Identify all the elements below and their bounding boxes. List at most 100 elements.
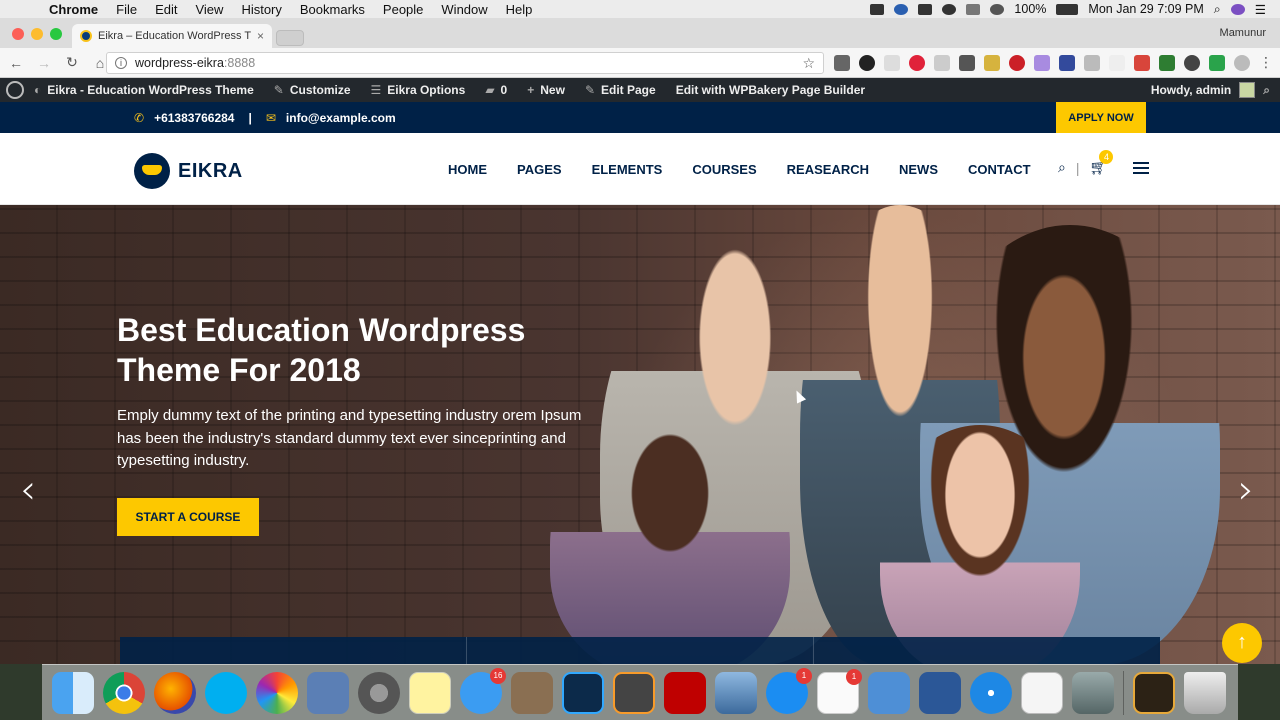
menu-bookmarks[interactable]: Bookmarks — [291, 2, 374, 17]
chrome-icon[interactable] — [103, 671, 145, 714]
close-window-button[interactable] — [12, 28, 24, 40]
admin-site-name[interactable]: ◐ Eikra - Education WordPress Theme — [24, 83, 264, 97]
safari-icon[interactable] — [970, 671, 1012, 714]
menu-window[interactable]: Window — [432, 2, 496, 17]
reminders-icon[interactable]: 1 — [817, 668, 862, 714]
menu-history[interactable]: History — [232, 2, 290, 17]
calculator-icon[interactable] — [511, 671, 553, 714]
messages-icon[interactable]: 16 — [460, 667, 506, 714]
preview-icon[interactable] — [307, 671, 349, 714]
zoom-window-button[interactable] — [50, 28, 62, 40]
topbar-email[interactable]: info@example.com — [286, 111, 396, 125]
menu-chrome[interactable]: Chrome — [40, 2, 107, 17]
system-preferences-icon[interactable] — [358, 671, 400, 714]
notification-center-icon[interactable]: ☰ — [1255, 2, 1266, 17]
scroll-to-top-button[interactable]: ↑ — [1222, 623, 1262, 663]
extension-icon[interactable] — [1059, 55, 1075, 71]
yoast-extension-icon[interactable] — [884, 55, 900, 71]
siri-icon[interactable] — [1230, 3, 1245, 15]
admin-howdy[interactable]: Howdy, admin — [1151, 83, 1231, 97]
heart-extension-icon[interactable] — [909, 55, 925, 71]
image-capture-icon[interactable] — [715, 671, 757, 714]
nav-elements[interactable]: ELEMENTS — [592, 162, 663, 177]
nav-news[interactable]: NEWS — [899, 162, 938, 177]
nav-home[interactable]: HOME — [448, 162, 487, 177]
archive-utility-icon[interactable] — [1072, 671, 1114, 714]
admin-eikra-options[interactable]: ☰ Eikra Options — [361, 83, 476, 97]
adobe-bridge-icon[interactable] — [1133, 671, 1175, 714]
search-icon[interactable]: ⌕ — [1263, 83, 1270, 98]
download-extension-icon[interactable] — [1209, 55, 1225, 71]
textedit-icon[interactable] — [1021, 671, 1063, 714]
filezilla-icon[interactable] — [664, 671, 706, 714]
menu-help[interactable]: Help — [497, 2, 542, 17]
dropbox-icon[interactable] — [918, 3, 933, 15]
new-tab-button[interactable] — [276, 30, 304, 46]
cart-icon[interactable]: 🛒︎ 4 — [1089, 150, 1114, 176]
menu-people[interactable]: People — [374, 2, 432, 17]
extension-icon[interactable] — [984, 55, 1000, 71]
extension-icon[interactable] — [834, 55, 850, 71]
photoshop-icon[interactable] — [562, 671, 604, 714]
trash-icon[interactable] — [1184, 671, 1226, 714]
firefox-icon[interactable] — [154, 671, 196, 714]
chrome-menu-icon[interactable]: ⋮ — [1259, 55, 1275, 71]
admin-customize[interactable]: ✎ Customize — [264, 83, 361, 97]
extension-icon[interactable] — [1034, 55, 1050, 71]
admin-new[interactable]: + New — [517, 83, 575, 97]
slider-next-arrow-icon[interactable]: › — [1238, 467, 1254, 513]
topbar-phone[interactable]: +61383766284 — [154, 111, 234, 125]
chrome-profile-name[interactable]: Mamunur — [1220, 27, 1266, 39]
wordpress-logo-icon[interactable] — [6, 81, 24, 99]
wifi-icon[interactable] — [990, 3, 1005, 15]
bluetooth-icon[interactable] — [966, 3, 981, 15]
menubar-clock[interactable]: Mon Jan 29 7:09 PM — [1088, 2, 1203, 16]
hamburger-menu-icon[interactable] — [1133, 161, 1150, 174]
screen-record-icon[interactable] — [870, 3, 885, 15]
menu-file[interactable]: File — [107, 2, 146, 17]
nav-reasearch[interactable]: REASEARCH — [787, 162, 869, 177]
extension-icon[interactable] — [1184, 55, 1200, 71]
browser-tab-active[interactable]: Eikra – Education WordPress T × — [72, 24, 272, 48]
minimize-window-button[interactable] — [31, 28, 43, 40]
apply-now-button[interactable]: APPLY NOW — [1056, 102, 1146, 133]
extension-icon[interactable] — [1159, 55, 1175, 71]
nav-pages[interactable]: PAGES — [517, 162, 562, 177]
start-course-button[interactable]: START A COURSE — [117, 498, 259, 536]
pinterest-extension-icon[interactable] — [1009, 55, 1025, 71]
forward-arrow-icon[interactable]: → — [32, 55, 56, 71]
nav-courses[interactable]: COURSES — [692, 162, 756, 177]
battery-icon[interactable] — [1056, 3, 1079, 15]
back-arrow-icon[interactable]: ← — [4, 55, 28, 71]
admin-wpbakery[interactable]: Edit with WPBakery Page Builder — [666, 83, 875, 97]
app-store-icon[interactable]: 1 — [766, 667, 812, 714]
extension-icon[interactable] — [1084, 55, 1100, 71]
extension-icon[interactable] — [859, 55, 875, 71]
skype-extension-icon[interactable] — [934, 55, 950, 71]
site-logo[interactable]: EIKRA — [134, 153, 243, 189]
avatar[interactable] — [1239, 82, 1256, 98]
photos-icon[interactable] — [256, 671, 298, 714]
menu-view[interactable]: View — [186, 2, 232, 17]
admin-edit-page[interactable]: ✎ Edit Page — [575, 83, 666, 97]
skype-icon[interactable] — [205, 671, 247, 714]
cloud-icon[interactable] — [942, 3, 957, 15]
microsoft-word-icon[interactable] — [919, 671, 961, 714]
menu-edit[interactable]: Edit — [146, 2, 186, 17]
spotlight-search-icon[interactable]: ⌕ — [1214, 2, 1221, 17]
sublime-text-icon[interactable] — [613, 671, 655, 714]
nav-contact[interactable]: CONTACT — [968, 162, 1031, 177]
slider-prev-arrow-icon[interactable]: ‹ — [20, 467, 36, 513]
extension-icon[interactable] — [1134, 55, 1150, 71]
sequel-pro-icon[interactable] — [868, 671, 910, 714]
notes-icon[interactable] — [409, 671, 451, 714]
extension-icon[interactable] — [1109, 55, 1125, 71]
eyedropper-extension-icon[interactable] — [959, 55, 975, 71]
admin-comments[interactable]: ▰ 0 — [475, 83, 517, 97]
teamviewer-icon[interactable] — [894, 3, 909, 15]
globe-extension-icon[interactable] — [1234, 55, 1250, 71]
bookmark-star-icon[interactable]: ☆ — [802, 55, 815, 72]
tab-close-icon[interactable]: × — [257, 29, 264, 43]
reload-icon[interactable]: ↻ — [60, 54, 84, 71]
search-icon[interactable]: ⌕ — [1058, 159, 1066, 176]
